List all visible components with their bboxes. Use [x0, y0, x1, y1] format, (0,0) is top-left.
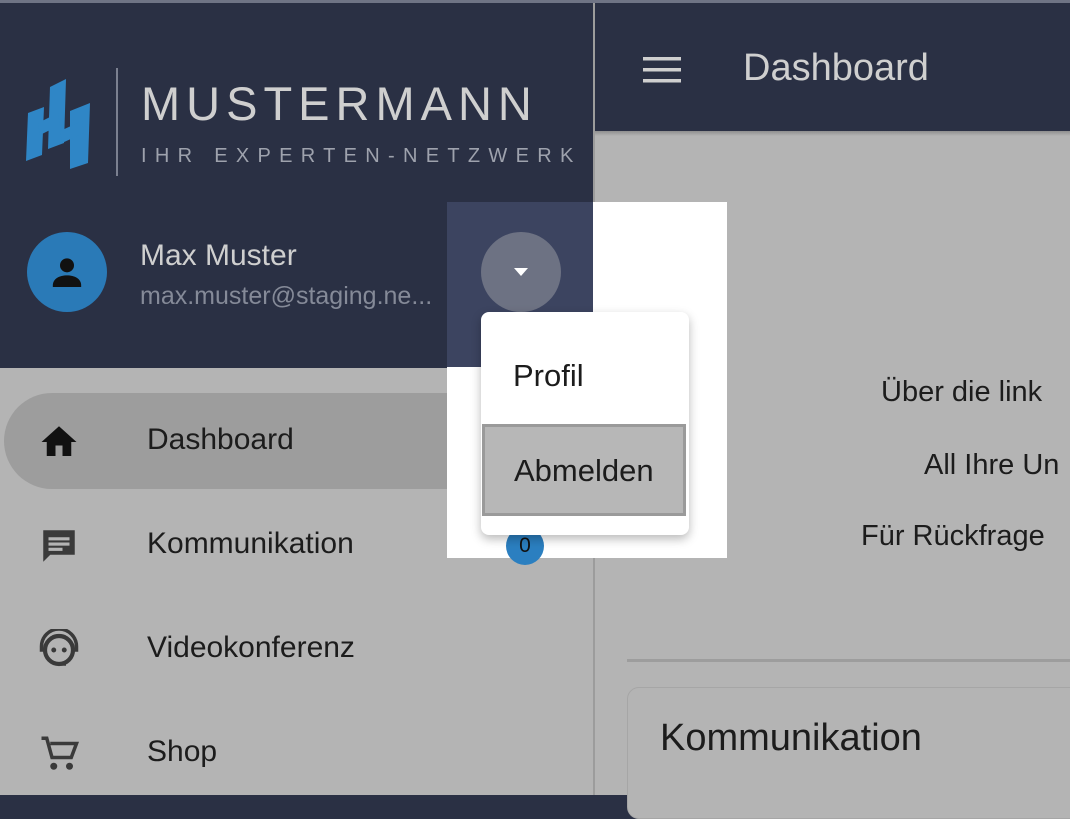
menu-item-label: Abmelden: [514, 453, 654, 488]
intro-text-line: Für Rückfrage: [861, 520, 1045, 552]
menu-item-label: Profil: [513, 358, 584, 393]
communication-card: Kommunikation: [627, 687, 1070, 819]
person-icon: [52, 258, 82, 287]
menu-item-profil[interactable]: Profil: [481, 330, 689, 422]
sidebar-item-shop[interactable]: Shop: [4, 705, 593, 801]
brand-subtitle: IHR EXPERTEN-NETZWERK: [141, 145, 582, 167]
sidebar-item-label: Videokonferenz: [147, 631, 355, 664]
cart-icon: [41, 736, 80, 770]
home-icon: [41, 426, 77, 456]
page-title: Dashboard: [743, 47, 929, 89]
user-menu-toggle-button[interactable]: [481, 232, 561, 312]
sidebar-item-label: Dashboard: [147, 423, 294, 456]
headset-icon: [39, 629, 79, 667]
divider: [627, 659, 1070, 662]
avatar[interactable]: [27, 232, 107, 312]
user-name: Max Muster: [140, 239, 297, 272]
sidebar-item-label: Kommunikation: [147, 527, 354, 560]
intro-text-line: All Ihre Un: [924, 449, 1060, 481]
brand-title: MUSTERMANN: [141, 77, 538, 130]
logo-divider: [116, 68, 118, 176]
top-app-bar: Dashboard: [595, 3, 1070, 131]
intro-text-line: Über die link: [881, 376, 1043, 408]
hamburger-menu-icon[interactable]: [643, 55, 681, 85]
user-email: max.muster@staging.ne...: [140, 282, 433, 310]
sidebar-item-label: Shop: [147, 735, 218, 768]
sidebar-item-videokonferenz[interactable]: Videokonferenz: [4, 601, 593, 697]
brand-logo-icon: [26, 79, 90, 169]
user-menu-dropdown: Profil Abmelden: [481, 312, 689, 535]
caret-down-icon: [514, 268, 528, 276]
topbar-shadow: [595, 131, 1070, 136]
menu-item-abmelden[interactable]: Abmelden: [482, 424, 686, 516]
card-title: Kommunikation: [660, 717, 922, 759]
chat-icon: [43, 530, 75, 562]
